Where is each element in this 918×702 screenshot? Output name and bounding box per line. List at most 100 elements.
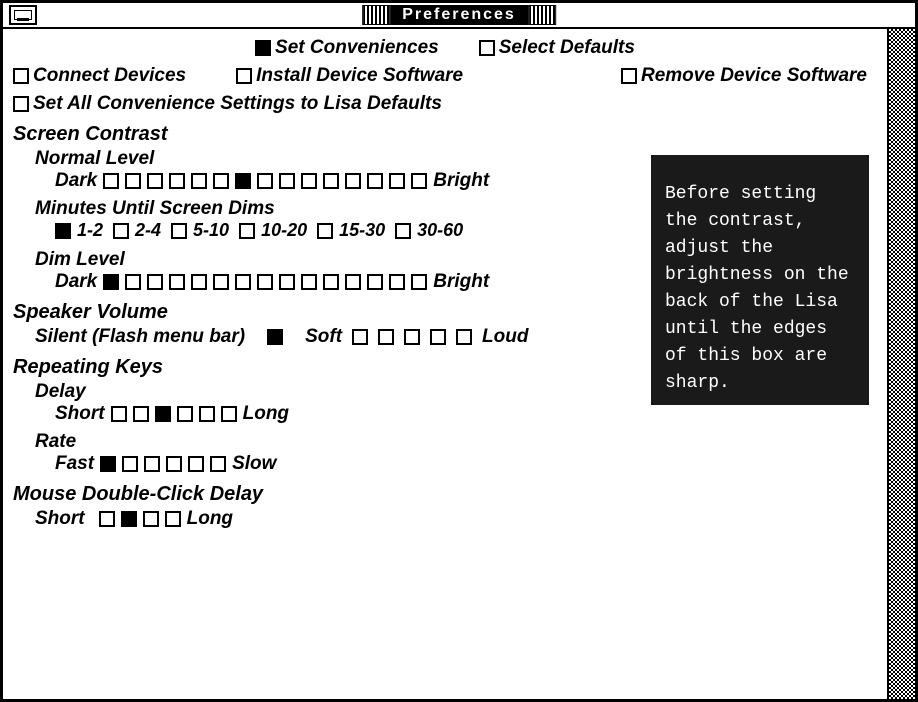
- vertical-scrollbar[interactable]: [887, 29, 915, 699]
- minutes-option-label: 30-60: [417, 220, 463, 241]
- label-rate: Rate: [35, 431, 877, 453]
- mouse-dblclick-step-1[interactable]: [121, 511, 137, 527]
- dim-level-step-13[interactable]: [389, 274, 405, 290]
- delay-step-0[interactable]: [111, 406, 127, 422]
- dim-level-step-8[interactable]: [279, 274, 295, 290]
- volume-step-3[interactable]: [430, 329, 446, 345]
- rate-step-0[interactable]: [100, 456, 116, 472]
- dim-level-step-2[interactable]: [147, 274, 163, 290]
- volume-step-4[interactable]: [456, 329, 472, 345]
- dim-level-step-9[interactable]: [301, 274, 317, 290]
- checkbox-icon: [55, 223, 71, 239]
- system-menu-icon[interactable]: [9, 5, 37, 25]
- dim-level-step-3[interactable]: [169, 274, 185, 290]
- volume-step-0[interactable]: [352, 329, 368, 345]
- checkbox-icon: [13, 96, 29, 112]
- minutes-option-10-20[interactable]: 10-20: [239, 220, 307, 241]
- volume-step-1[interactable]: [378, 329, 394, 345]
- rate-step-2[interactable]: [144, 456, 160, 472]
- normal-level-step-11[interactable]: [345, 173, 361, 189]
- help-box: Before setting the contrast, adjust the …: [651, 155, 869, 405]
- normal-level-step-3[interactable]: [169, 173, 185, 189]
- minutes-option-label: 1-2: [77, 220, 103, 241]
- option-reset-defaults[interactable]: Set All Convenience Settings to Lisa Def…: [13, 93, 442, 115]
- volume-silent-box[interactable]: [267, 329, 283, 345]
- minutes-option-label: 5-10: [193, 220, 229, 241]
- normal-level-step-9[interactable]: [301, 173, 317, 189]
- dim-level-step-1[interactable]: [125, 274, 141, 290]
- window-title: Preferences: [390, 5, 528, 25]
- rate-step-1[interactable]: [122, 456, 138, 472]
- minutes-option-label: 10-20: [261, 220, 307, 241]
- checkbox-icon: [236, 68, 252, 84]
- delay-step-3[interactable]: [177, 406, 193, 422]
- checkbox-icon: [621, 68, 637, 84]
- dim-level-step-0[interactable]: [103, 274, 119, 290]
- label-loud: Loud: [482, 326, 528, 348]
- minutes-option-30-60[interactable]: 30-60: [395, 220, 463, 241]
- normal-level-step-0[interactable]: [103, 173, 119, 189]
- option-install-device-software[interactable]: Install Device Software: [236, 65, 463, 87]
- slider-right-label: Bright: [433, 271, 489, 293]
- slider-mouse-double-click: Short Long: [35, 508, 877, 530]
- slider-left-label: Short: [35, 508, 85, 530]
- slider-left-label: Fast: [55, 453, 94, 475]
- dim-level-step-10[interactable]: [323, 274, 339, 290]
- normal-level-step-7[interactable]: [257, 173, 273, 189]
- normal-level-step-2[interactable]: [147, 173, 163, 189]
- label-soft: Soft: [305, 326, 342, 348]
- dim-level-step-7[interactable]: [257, 274, 273, 290]
- dim-level-step-12[interactable]: [367, 274, 383, 290]
- dim-level-step-4[interactable]: [191, 274, 207, 290]
- titlebar: Preferences: [3, 3, 915, 29]
- checkbox-icon: [317, 223, 333, 239]
- checkbox-icon: [113, 223, 129, 239]
- tab-select-defaults[interactable]: Select Defaults: [479, 37, 635, 59]
- option-remove-device-software[interactable]: Remove Device Software: [621, 65, 867, 87]
- tab-label: Select Defaults: [499, 37, 635, 59]
- normal-level-step-1[interactable]: [125, 173, 141, 189]
- normal-level-step-5[interactable]: [213, 173, 229, 189]
- delay-step-2[interactable]: [155, 406, 171, 422]
- normal-level-step-14[interactable]: [411, 173, 427, 189]
- minutes-option-label: 15-30: [339, 220, 385, 241]
- mouse-dblclick-step-0[interactable]: [99, 511, 115, 527]
- rate-step-3[interactable]: [166, 456, 182, 472]
- dim-level-step-14[interactable]: [411, 274, 427, 290]
- checkbox-icon: [255, 40, 271, 56]
- dim-level-step-6[interactable]: [235, 274, 251, 290]
- checkbox-icon: [13, 68, 29, 84]
- normal-level-step-13[interactable]: [389, 173, 405, 189]
- minutes-option-2-4[interactable]: 2-4: [113, 220, 161, 241]
- delay-step-1[interactable]: [133, 406, 149, 422]
- slider-right-label: Bright: [433, 170, 489, 192]
- delay-step-4[interactable]: [199, 406, 215, 422]
- volume-step-2[interactable]: [404, 329, 420, 345]
- normal-level-step-10[interactable]: [323, 173, 339, 189]
- option-label: Set All Convenience Settings to Lisa Def…: [33, 93, 442, 115]
- rate-step-5[interactable]: [210, 456, 226, 472]
- option-connect-devices[interactable]: Connect Devices: [13, 65, 186, 87]
- tab-set-conveniences[interactable]: Set Conveniences: [255, 37, 439, 59]
- normal-level-step-6[interactable]: [235, 173, 251, 189]
- minutes-option-5-10[interactable]: 5-10: [171, 220, 229, 241]
- slider-left-label: Dark: [55, 271, 97, 293]
- slider-right-label: Long: [187, 508, 233, 530]
- mouse-dblclick-step-2[interactable]: [143, 511, 159, 527]
- checkbox-icon: [171, 223, 187, 239]
- option-label: Remove Device Software: [641, 65, 867, 87]
- delay-step-5[interactable]: [221, 406, 237, 422]
- slider-right-label: Long: [243, 403, 289, 425]
- rate-step-4[interactable]: [188, 456, 204, 472]
- normal-level-step-8[interactable]: [279, 173, 295, 189]
- minutes-option-1-2[interactable]: 1-2: [55, 220, 103, 241]
- minutes-option-15-30[interactable]: 15-30: [317, 220, 385, 241]
- dim-level-step-5[interactable]: [213, 274, 229, 290]
- dim-level-step-11[interactable]: [345, 274, 361, 290]
- section-screen-contrast: Screen Contrast: [13, 123, 877, 146]
- slider-left-label: Dark: [55, 170, 97, 192]
- tab-label: Set Conveniences: [275, 37, 439, 59]
- normal-level-step-12[interactable]: [367, 173, 383, 189]
- normal-level-step-4[interactable]: [191, 173, 207, 189]
- mouse-dblclick-step-3[interactable]: [165, 511, 181, 527]
